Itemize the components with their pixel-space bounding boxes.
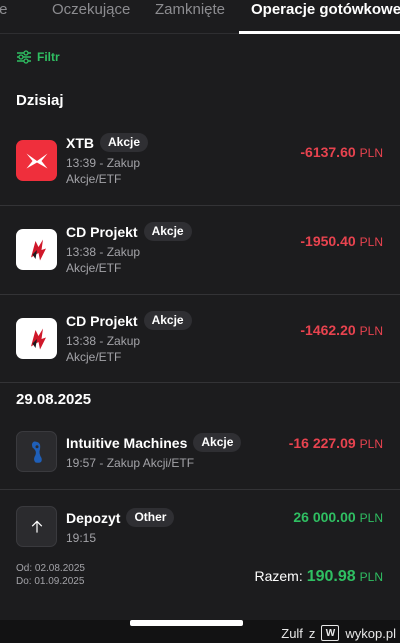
- section-header-today: Dzisiaj: [16, 92, 64, 109]
- category-badge: Akcje: [143, 311, 192, 330]
- operation-amount: -1950.40 PLN: [300, 233, 383, 249]
- operation-name: Intuitive Machines: [66, 434, 188, 451]
- arrow-up-icon: [16, 506, 57, 547]
- wykop-watermark: Zulf z W wykop.pl: [281, 624, 396, 642]
- operation-row-xtb[interactable]: XTB Akcje 13:39 - Zakup Akcje/ETF -6137.…: [0, 130, 400, 204]
- filter-sliders-icon: [17, 50, 31, 64]
- operation-row-intuitive-machines[interactable]: Intuitive Machines Akcje 19:57 - Zakup A…: [0, 428, 400, 488]
- category-badge: Akcje: [143, 222, 192, 241]
- operation-amount: -6137.60 PLN: [300, 144, 383, 160]
- operation-name: XTB: [66, 134, 94, 151]
- filter-label: Filtr: [37, 50, 60, 64]
- watermark-sep: z: [308, 625, 316, 641]
- date-to: Do: 01.09.2025: [16, 576, 85, 587]
- cd-projekt-logo: [16, 318, 57, 359]
- section-header-date: 29.08.2025: [16, 391, 92, 408]
- operation-time: 19:15: [66, 531, 97, 545]
- filter-button[interactable]: Filtr: [16, 48, 60, 66]
- operation-name: CD Projekt: [66, 312, 138, 329]
- category-badge: Akcje: [100, 133, 149, 152]
- operation-time: 19:57 - Zakup Akcji/ETF: [66, 456, 195, 470]
- operation-detail: Akcje/ETF: [66, 261, 122, 275]
- operation-amount: -16 227.09 PLN: [288, 435, 383, 451]
- category-badge: Other: [126, 508, 175, 527]
- operation-time: 13:39 - Zakup: [66, 156, 141, 170]
- operation-name: CD Projekt: [66, 223, 138, 240]
- operation-amount: -1462.20 PLN: [300, 322, 383, 338]
- tab-cash-operations[interactable]: Operacje gotówkowe: [251, 0, 400, 34]
- operation-name: Depozyt: [66, 509, 121, 526]
- operation-detail: Akcje/ETF: [66, 350, 122, 364]
- wykop-logo-icon: W: [321, 625, 340, 641]
- operation-row-cd-projekt[interactable]: CD Projekt Akcje 13:38 - Zakup Akcje/ETF…: [0, 219, 400, 293]
- date-range: Od: 02.08.2025 Do: 01.09.2025: [16, 562, 85, 588]
- total-currency: PLN: [359, 570, 383, 584]
- row-divider: [0, 294, 400, 295]
- total-summary: Razem: 190.98 PLN: [254, 568, 383, 586]
- row-divider: [0, 205, 400, 206]
- active-tab-indicator: [239, 31, 400, 34]
- xtb-logo: [16, 140, 57, 181]
- tab-open-positions[interactable]: rte: [0, 0, 8, 34]
- operation-time: 13:38 - Zakup: [66, 245, 141, 259]
- home-indicator: [130, 620, 243, 626]
- operation-row-cd-projekt[interactable]: CD Projekt Akcje 13:38 - Zakup Akcje/ETF…: [0, 308, 400, 382]
- tab-pending[interactable]: Oczekujące: [52, 0, 130, 34]
- row-divider: [0, 382, 400, 383]
- category-badge: Akcje: [193, 433, 242, 452]
- total-value: 190.98: [306, 568, 356, 585]
- row-divider: [0, 489, 400, 490]
- operation-time: 13:38 - Zakup: [66, 334, 141, 348]
- tab-closed[interactable]: Zamknięte: [155, 0, 225, 34]
- operation-amount: 26 000.00 PLN: [293, 509, 383, 525]
- operation-detail: Akcje/ETF: [66, 172, 122, 186]
- watermark-user: Zulf: [281, 625, 303, 641]
- cd-projekt-logo: [16, 229, 57, 270]
- intuitive-machines-logo: [16, 431, 57, 472]
- tab-bar: rte Oczekujące Zamknięte Operacje gotówk…: [0, 0, 400, 34]
- operation-row-deposit[interactable]: Depozyt Other 19:15 26 000.00 PLN: [0, 503, 400, 553]
- total-label: Razem:: [254, 568, 303, 584]
- date-from: Od: 02.08.2025: [16, 563, 85, 574]
- watermark-site: wykop.pl: [345, 625, 396, 641]
